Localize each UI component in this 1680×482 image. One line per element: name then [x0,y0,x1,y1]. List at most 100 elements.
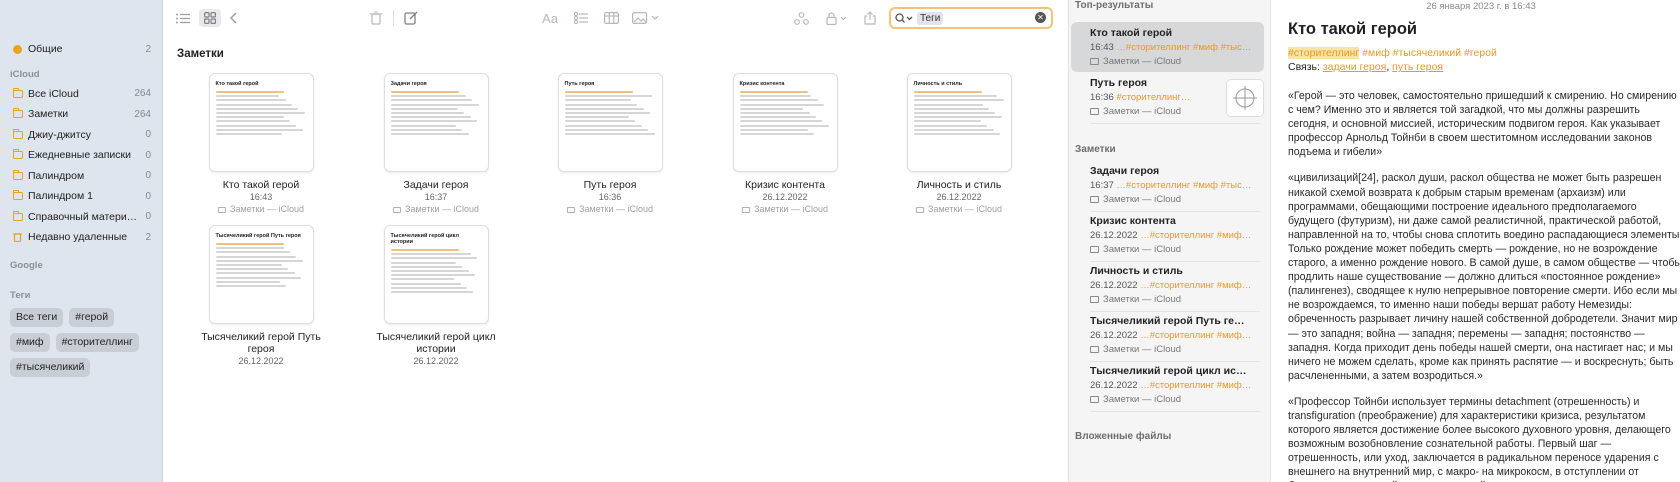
share-icon[interactable] [863,9,877,27]
note-thumbnail: Тысячеликий герой цикл истории [383,225,489,324]
tags-rest[interactable]: #миф #тысячеликий #герой [1359,47,1497,59]
search-token-tags[interactable]: Теги [917,11,944,25]
checklist-icon[interactable] [573,9,589,27]
result-item[interactable]: Кризис контента 26.12.2022 …#сторителлинг… [1071,210,1264,260]
note-card-folder: Заметки — iCloud [889,204,1029,214]
back-icon[interactable] [227,9,239,27]
result-item[interactable]: Путь героя 16:36 #сторителлинг… Заметки — … [1071,72,1264,122]
result-title: Задачи героя [1090,165,1160,177]
note-card[interactable]: Задачи героя Задачи героя 16:37 Заметки — i… [366,73,506,214]
note-thumbnail-drawing [1226,79,1264,117]
sidebar-item-label: Заметки [28,108,69,121]
folder-icon [916,206,925,213]
results-header-top: Топ-результаты [1075,0,1154,11]
result-title: Тысячеликий герой Путь героя [1090,315,1250,327]
result-excerpt: …#сторителлинг #миф… [1140,380,1252,391]
sidebar-item-shared[interactable]: Общие 2 [0,39,162,60]
sidebar-item-label: Общие [28,43,63,56]
folder-label: Заметки — iCloud [230,204,304,214]
sidebar-item-folder[interactable]: Недавно удаленные 2 [0,227,162,248]
result-item[interactable]: Тысячеликий герой Путь героя 26.12.2022 …… [1071,310,1264,360]
result-meta: 26.12.2022 …#сторителлинг #миф… [1090,330,1252,341]
note-paragraph-2[interactable]: «цивилизаций[24], раскол души, раскол об… [1288,171,1680,382]
sidebar-item-label: Палиндром 1 [28,190,93,203]
list-view-icon[interactable] [175,9,191,27]
note-card-title: Личность и стиль [916,179,1002,191]
folder-icon [393,206,402,213]
folder-label: Заметки — iCloud [928,204,1002,214]
result-excerpt: …#сторителлинг #миф… [1140,280,1252,291]
note-date: 26 января 2023 г. в 16:43 [1426,1,1536,12]
result-item[interactable]: Задачи героя 16:37 …#сторителлинг #миф #т… [1071,160,1264,210]
note-card[interactable]: Путь героя Путь героя 16:36 Заметки — iClou… [540,73,680,214]
lock-icon[interactable] [825,9,849,27]
note-thumbnail: Задачи героя [383,73,489,172]
tag-chip[interactable]: #сторителлинг [55,332,139,352]
note-tags[interactable]: #сторителлинг #миф #тысячеликий #герой [1288,47,1680,59]
tag-chip[interactable]: Все теги [10,307,64,327]
result-item[interactable]: Тысячеликий герой цикл исто… 26.12.2022 …… [1071,360,1264,410]
link-put-geroya[interactable]: путь героя [1392,61,1443,73]
shared-person-icon [12,44,23,54]
note-card-date: 26.12.2022 [762,192,808,202]
media-icon[interactable] [631,9,661,27]
note-card-title: Тысячеликий герой Путь героя [201,331,321,355]
sidebar-item-count: 0 [145,129,151,141]
gallery-view-icon[interactable] [199,9,221,27]
note-card[interactable]: Кто такой герой Кто такой герой 16:43 Замет… [191,73,331,214]
sidebar-item-folder[interactable]: Справочный матери… 0 [0,207,162,228]
note-card[interactable]: Личность и стиль Личность и стиль 26.12.20… [889,73,1029,214]
folder-label: Заметки — iCloud [1103,194,1182,205]
sidebar-item-count: 0 [145,170,151,182]
note-card-title: Путь героя [583,179,637,191]
result-divider [1090,411,1260,412]
result-time: 26.12.2022 [1090,330,1138,341]
collaborate-icon[interactable] [793,9,809,27]
result-item[interactable]: Кто такой герой 16:43 …#сторителлинг #миф… [1071,22,1264,72]
tag-highlight[interactable]: #сторителлинг [1288,47,1360,59]
note-card-title: Кризис контента [745,179,825,191]
note-thumbnail: Кризис контента [732,73,838,172]
format-icon[interactable]: Aa [541,9,559,27]
sidebar-item-folder[interactable]: Ежедневные записки 0 [0,145,162,166]
sidebar: Общие 2 iCloud Все iCloud 264 Заметки 264 Дж… [0,0,163,482]
sidebar-item-folder[interactable]: Палиндром 1 0 [0,186,162,207]
result-folder: Заметки — iCloud [1090,194,1264,205]
note-card-folder: Заметки — iCloud [191,204,331,214]
sidebar-item-folder[interactable]: Все iCloud 264 [0,84,162,105]
tag-chip[interactable]: #герой [69,307,115,327]
gallery-pane: Aa Теги ✕ Заметки Кто такой герой Кто та… [163,0,1068,482]
tag-chip[interactable]: #миф [10,332,50,352]
trash-icon[interactable] [369,9,383,27]
sidebar-item-folder[interactable]: Палиндром 0 [0,166,162,187]
sidebar-item-folder[interactable]: Заметки 264 [0,104,162,125]
compose-icon[interactable] [403,9,419,27]
sidebar-item-count: 0 [145,190,151,202]
search-field[interactable]: Теги ✕ [889,7,1053,29]
sidebar-item-count: 0 [145,211,151,223]
thumb-tags-line [913,91,1005,93]
note-card[interactable]: Тысячеликий герой цикл истории Тысячелики… [366,225,506,366]
note-paragraph-3[interactable]: «Профессор Тойнби использует термины det… [1288,395,1680,482]
note-title[interactable]: Кто такой герой [1288,20,1680,39]
thumb-title: Тысячеликий герой Путь героя [215,233,301,239]
note-editor[interactable]: 26 января 2023 г. в 16:43 Кто такой геро… [1270,0,1680,482]
tag-chip[interactable]: #тысячеликий [10,357,91,377]
sidebar-item-count: 264 [134,108,151,120]
sidebar-item-label: Все iCloud [28,87,79,100]
section-header-google: Google [10,259,43,271]
table-icon[interactable] [603,9,619,27]
link-zadachi-geroya[interactable]: задачи героя [1323,61,1386,73]
result-meta: 16:37 …#сторителлинг #миф #тыс… [1090,180,1252,191]
search-results-list: Топ-результаты Кто такой герой 16:43 …#ст… [1068,0,1270,482]
note-card-date: 26.12.2022 [936,192,982,202]
note-paragraph-1[interactable]: «Герой — это человек, самостоятельно при… [1288,89,1680,159]
result-title: Кто такой герой [1090,27,1173,39]
result-title: Личность и стиль [1090,265,1183,277]
sidebar-item-folder[interactable]: Джиу-джитсу 0 [0,125,162,146]
sidebar-item-label: Справочный матери… [28,210,138,223]
clear-search-icon[interactable]: ✕ [1035,12,1046,23]
note-card[interactable]: Кризис контента Кризис контента 26.12.2022… [715,73,855,214]
note-card[interactable]: Тысячеликий герой Путь героя Тысячеликий … [191,225,331,366]
result-item[interactable]: Личность и стиль 26.12.2022 …#сторителлин… [1071,260,1264,310]
